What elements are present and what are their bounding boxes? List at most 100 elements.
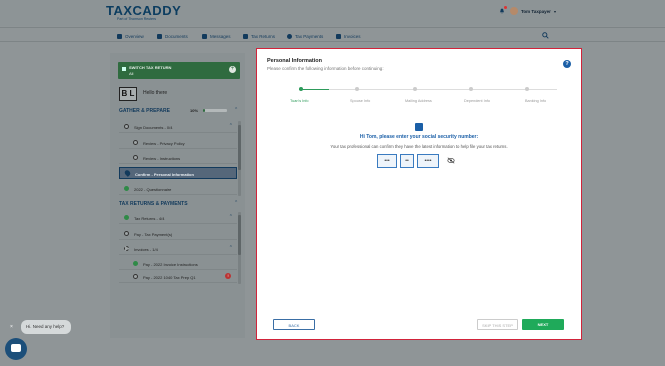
invoice-icon	[336, 33, 341, 39]
gather-heading: GATHER & PREPARE	[119, 108, 170, 114]
nav-item-invoices[interactable]: Invoices	[336, 32, 361, 40]
avatar[interactable]	[510, 7, 518, 15]
check-circle-icon	[124, 215, 129, 220]
nav-item-tax-returns[interactable]: Tax Returns	[243, 32, 275, 40]
nav-item-overview[interactable]: Overview	[117, 32, 144, 40]
messages-icon	[202, 33, 207, 39]
step-label-banking-info[interactable]: Banking Info	[525, 99, 546, 103]
chevron-up-icon[interactable]: ⌃	[229, 245, 233, 251]
dollar-icon	[287, 33, 292, 39]
returns-heading: TAX RETURNS & PAYMENTS	[119, 201, 188, 207]
partial-progress-icon	[124, 246, 129, 251]
nav-item-documents[interactable]: Documents	[157, 32, 188, 40]
sidebar-item-label: Tax Returns - 4/4	[134, 215, 165, 221]
check-circle-icon	[124, 186, 129, 191]
chat-close-icon[interactable]: ×	[10, 324, 13, 330]
greeting: Hello there	[143, 90, 168, 96]
step-label-dependent-info[interactable]: Dependent Info	[464, 99, 490, 103]
scrollbar-thumb[interactable]	[238, 125, 241, 170]
sidebar-item-label: Review - Privacy Policy	[143, 140, 185, 146]
eye-slash-icon[interactable]	[447, 157, 455, 164]
ssn-field-serial[interactable]: ••••	[417, 154, 439, 168]
taxcaddy-logo[interactable]: TAXCADDY	[106, 3, 181, 18]
status-circle-icon	[124, 231, 129, 236]
switch-tax-return-button[interactable]: SWITCH TAX RETURN All +	[118, 62, 240, 79]
chevron-up-icon[interactable]: ⌃	[234, 200, 238, 206]
modal-subtitle: Please confirm the following information…	[267, 66, 384, 71]
skip-step-button[interactable]: SKIP THIS STEP	[477, 319, 518, 330]
sidebar-item-tax-returns[interactable]: Tax Returns - 4/4 ⌃	[119, 212, 237, 224]
main-nav: Overview Documents Messages Tax Returns …	[0, 27, 665, 42]
status-circle-icon	[133, 140, 138, 145]
scrollbar-thumb[interactable]	[238, 215, 241, 255]
nav-item-messages[interactable]: Messages	[202, 32, 231, 40]
nav-label: Tax Returns	[251, 33, 276, 39]
sidebar-item-label: Review - Instructions	[143, 155, 181, 161]
next-button[interactable]: NEXT	[522, 319, 564, 330]
sidebar-item-label: Pay - 2022 1040 Tax Prep Q1	[143, 274, 196, 280]
sidebar-item-label: Sign Documents - 0/4	[134, 124, 173, 130]
chevron-up-icon[interactable]: ⌃	[229, 123, 233, 129]
step-label-spouse-info[interactable]: Spouse Info	[350, 99, 370, 103]
logo-subtitle: Part of Thomson Reuters	[117, 17, 157, 21]
alert-icon: !	[225, 273, 231, 279]
sidebar-item-confirm-personal-info[interactable]: Confirm - Personal Information	[119, 167, 237, 179]
switch-value: All	[129, 71, 134, 76]
chat-launcher-button[interactable]	[5, 338, 27, 360]
status-circle-icon	[133, 274, 138, 279]
stepper-track	[299, 89, 557, 90]
step-label-mailing-address[interactable]: Mailing Address	[405, 99, 432, 103]
nav-label: Documents	[165, 33, 188, 39]
ssn-description: Your tax professional can confirm they h…	[330, 144, 508, 149]
location-pin-icon	[123, 169, 132, 177]
returns-scrollbar[interactable]	[238, 212, 241, 284]
nav-item-tax-payments[interactable]: Tax Payments	[287, 32, 323, 40]
sidebar-item-invoice-instructions[interactable]: Pay - 2022 Invoice Instructions	[119, 258, 237, 270]
nav-label: Tax Payments	[295, 33, 324, 39]
help-icon[interactable]: ?	[563, 60, 571, 68]
sidebar-item-invoices[interactable]: Invoices - 1/4 ⌃	[119, 243, 237, 255]
step-dot	[413, 87, 417, 91]
sidebar-item-label: 2022 - Questionnaire	[134, 186, 172, 192]
sidebar-item-label: Confirm - Personal Information	[135, 171, 194, 177]
chevron-down-icon[interactable]: ▾	[554, 9, 556, 14]
chat-greeting-bubble[interactable]: Hi. Need any help?	[21, 320, 71, 334]
sidebar-item-questionnaire[interactable]: 2022 - Questionnaire	[119, 183, 237, 195]
sidebar-item-sign-documents[interactable]: Sign Documents - 0/4 ⌃	[119, 121, 237, 133]
sidebar-item-label: Pay - Tax Payment(s)	[134, 231, 173, 237]
status-circle-icon	[124, 124, 129, 129]
nav-label: Invoices	[344, 33, 361, 39]
gather-progress-bar	[203, 109, 227, 112]
chevron-up-icon[interactable]: ⌃	[229, 214, 233, 220]
home-icon	[117, 33, 122, 39]
gather-progress-fill	[203, 109, 206, 112]
add-icon[interactable]: +	[229, 66, 236, 73]
modal-title: Personal Information	[267, 58, 323, 64]
back-button[interactable]: BACK	[273, 319, 315, 330]
sidebar: SWITCH TAX RETURN All + B L Hello there …	[110, 53, 245, 338]
stepper-progress	[299, 89, 329, 90]
documents-icon	[157, 33, 162, 39]
sidebar-item-pay-tax-payments[interactable]: Pay - Tax Payment(s)	[119, 228, 237, 240]
person-icon	[415, 123, 423, 131]
user-name[interactable]: Tom Taxpayer	[521, 9, 551, 14]
ssn-heading: Hi Tom, please enter your social securit…	[359, 134, 479, 140]
gather-scrollbar[interactable]	[238, 121, 241, 196]
sidebar-item-label: Invoices - 1/4	[134, 246, 158, 252]
app-header: TAXCADDY Part of Thomson Reuters Tom Tax…	[0, 0, 665, 26]
client-initials: B L	[119, 87, 137, 101]
check-circle-icon	[133, 261, 138, 266]
chevron-up-icon[interactable]: ⌃	[234, 107, 238, 113]
step-dot	[469, 87, 473, 91]
status-circle-icon	[133, 155, 138, 160]
step-label-tuans-info[interactable]: Tuan's Info	[290, 99, 309, 103]
ssn-field-group[interactable]: ••	[400, 154, 414, 168]
tax-returns-icon	[243, 33, 248, 39]
search-icon[interactable]	[542, 32, 549, 39]
notification-dot	[504, 6, 507, 9]
sidebar-item-tax-prep-q1[interactable]: Pay - 2022 1040 Tax Prep Q1 !	[119, 271, 237, 283]
sidebar-item-privacy-policy[interactable]: Review - Privacy Policy	[119, 137, 237, 149]
personal-info-modal: Personal Information Please confirm the …	[256, 48, 582, 340]
ssn-field-area[interactable]: •••	[377, 154, 397, 168]
sidebar-item-instructions[interactable]: Review - Instructions	[119, 152, 237, 164]
